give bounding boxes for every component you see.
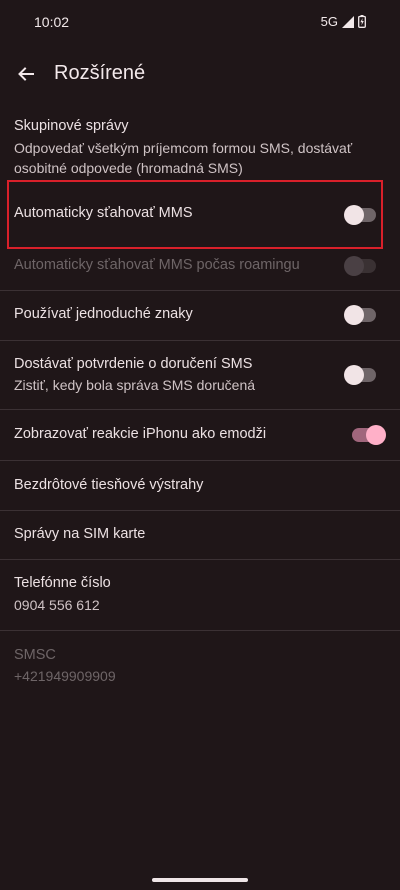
pref-title: Telefónne číslo [14, 575, 111, 591]
auto-download-mms-roaming-switch [344, 256, 376, 276]
auto-download-mms-switch[interactable] [344, 205, 376, 225]
status-bar: 10:02 5G [0, 0, 400, 44]
pref-simple-characters[interactable]: Používať jednoduché znaky [0, 291, 400, 339]
signal-icon [342, 15, 354, 28]
pref-title: Dostávať potvrdenie o doručení SMS [14, 356, 253, 372]
pref-auto-download-mms-roaming: Automaticky sťahovať MMS počas roamingu [0, 250, 400, 290]
page-title: Rozšírené [54, 62, 146, 84]
pref-delivery-reports[interactable]: Dostávať potvrdenie o doručení SMS Zisti… [0, 341, 400, 409]
arrow-back-icon [18, 67, 34, 81]
pref-title: Správy na SIM karte [14, 526, 146, 542]
pref-sim-messages[interactable]: Správy na SIM karte [0, 511, 400, 559]
pref-wireless-emergency-alerts[interactable]: Bezdrôtové tiesňové výstrahy [0, 461, 400, 509]
pref-title: Automaticky sťahovať MMS [14, 205, 193, 221]
pref-title: Automaticky sťahovať MMS počas roamingu [14, 257, 300, 273]
nav-gesture-handle[interactable] [152, 878, 248, 882]
network-type: 5G [320, 14, 338, 29]
pref-iphone-reactions[interactable]: Zobrazovať reakcie iPhonu ako emodži [0, 410, 400, 460]
pref-summary: Zistiť, kedy bola správa SMS doručená [14, 377, 256, 393]
pref-auto-download-mms[interactable]: Automaticky sťahovať MMS [0, 182, 400, 248]
iphone-reactions-switch[interactable] [352, 425, 386, 445]
back-button[interactable] [12, 60, 40, 88]
pref-title: Zobrazovať reakcie iPhonu ako emodži [14, 426, 267, 442]
app-bar: Rozšírené [0, 52, 400, 96]
status-icons: 5G [321, 14, 366, 29]
pref-smsc: SMSC +421949909909 [0, 631, 400, 701]
battery-charging-icon [358, 15, 366, 28]
pref-title: Skupinové správy [14, 118, 129, 134]
pref-summary: 0904 556 612 [14, 597, 100, 613]
pref-summary: +421949909909 [14, 668, 116, 684]
simple-characters-switch[interactable] [344, 305, 376, 325]
delivery-reports-switch[interactable] [344, 365, 376, 385]
pref-phone-number[interactable]: Telefónne číslo 0904 556 612 [0, 560, 400, 630]
pref-title: SMSC [14, 647, 56, 663]
pref-title: Používať jednoduché znaky [14, 306, 193, 322]
status-time: 10:02 [34, 14, 70, 30]
pref-title: Bezdrôtové tiesňové výstrahy [14, 477, 204, 493]
pref-group-messages[interactable]: Skupinové správy Odpovedať všetkým príje… [0, 110, 400, 180]
screen: 10:02 5G Rozšírené Skupinové správy Odpo… [0, 0, 400, 890]
pref-summary: Odpovedať všetkým príjemcom formou SMS, … [14, 140, 353, 176]
